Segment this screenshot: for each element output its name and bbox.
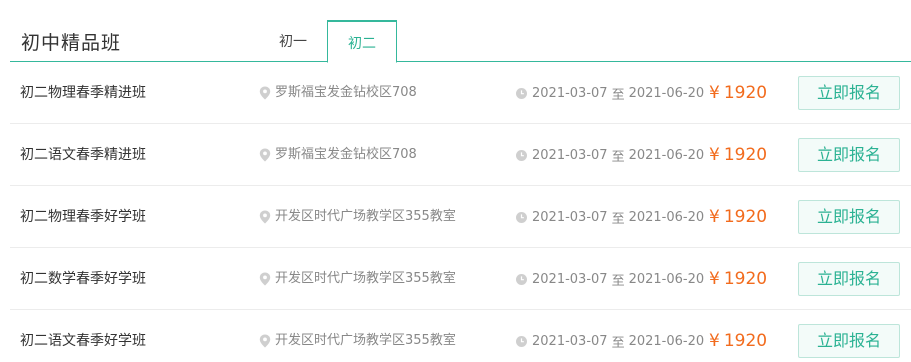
clock-icon xyxy=(516,87,527,99)
currency-symbol: ¥ xyxy=(709,331,720,351)
course-location: 开发区时代广场教学区355教室 xyxy=(259,248,456,310)
currency-symbol: ¥ xyxy=(709,207,720,227)
end-date: 2021-06-20 xyxy=(628,147,705,163)
page-title: 初中精品班 xyxy=(21,32,122,54)
start-date: 2021-03-07 xyxy=(532,333,608,349)
currency-symbol: ¥ xyxy=(709,83,720,103)
location-pin-icon xyxy=(259,210,271,224)
price-value: 1920 xyxy=(723,83,768,103)
course-price: ¥1920 xyxy=(709,62,767,124)
location-text: 开发区时代广场教学区355教室 xyxy=(275,209,456,224)
course-row: 初二语文春季好学班 开发区时代广场教学区355教室 2021-03-07 至 2… xyxy=(10,310,911,362)
date-separator: 至 xyxy=(611,87,625,103)
signup-button[interactable]: 立即报名 xyxy=(798,262,900,296)
date-separator: 至 xyxy=(611,149,625,165)
start-date: 2021-03-07 xyxy=(532,209,608,225)
course-list: 初二物理春季精进班 罗斯福宝发金钻校区708 2021-03-07 至 2021… xyxy=(10,62,911,362)
price-value: 1920 xyxy=(723,207,768,227)
currency-symbol: ¥ xyxy=(709,145,720,165)
start-date: 2021-03-07 xyxy=(532,271,608,287)
end-date: 2021-06-20 xyxy=(628,333,705,349)
clock-icon xyxy=(516,335,527,347)
date-separator: 至 xyxy=(611,273,625,289)
start-date: 2021-03-07 xyxy=(532,85,608,101)
location-text: 开发区时代广场教学区355教室 xyxy=(275,271,456,286)
date-separator: 至 xyxy=(611,211,625,227)
course-price: ¥1920 xyxy=(709,310,767,362)
start-date: 2021-03-07 xyxy=(532,147,608,163)
location-text: 开发区时代广场教学区355教室 xyxy=(275,333,456,348)
clock-icon xyxy=(516,273,527,285)
currency-symbol: ¥ xyxy=(709,269,720,289)
end-date: 2021-06-20 xyxy=(628,271,705,287)
course-location: 开发区时代广场教学区355教室 xyxy=(259,186,456,248)
price-value: 1920 xyxy=(723,269,768,289)
location-pin-icon xyxy=(259,148,271,162)
signup-button[interactable]: 立即报名 xyxy=(798,324,900,358)
clock-icon xyxy=(516,149,527,161)
course-panel: 初中精品班 初一 初二 初二物理春季精进班 罗斯福宝发金钻校区708 2021-… xyxy=(0,0,911,362)
course-name: 初二数学春季好学班 xyxy=(20,271,146,287)
tab-grade-7[interactable]: 初一 xyxy=(258,20,328,62)
location-pin-icon xyxy=(259,334,271,348)
course-name: 初二物理春季好学班 xyxy=(20,209,146,225)
course-row: 初二语文春季精进班 罗斯福宝发金钻校区708 2021-03-07 至 2021… xyxy=(10,124,911,186)
course-price: ¥1920 xyxy=(709,186,767,248)
course-location: 罗斯福宝发金钻校区708 xyxy=(259,62,417,124)
location-text: 罗斯福宝发金钻校区708 xyxy=(275,147,417,162)
course-row: 初二物理春季精进班 罗斯福宝发金钻校区708 2021-03-07 至 2021… xyxy=(10,62,911,124)
course-row: 初二数学春季好学班 开发区时代广场教学区355教室 2021-03-07 至 2… xyxy=(10,248,911,310)
course-dates: 2021-03-07 至 2021-06-20 xyxy=(516,310,704,362)
tab-grade-8[interactable]: 初二 xyxy=(327,20,397,63)
course-price: ¥1920 xyxy=(709,248,767,310)
course-row: 初二物理春季好学班 开发区时代广场教学区355教室 2021-03-07 至 2… xyxy=(10,186,911,248)
course-name: 初二语文春季精进班 xyxy=(20,147,146,163)
signup-button[interactable]: 立即报名 xyxy=(798,76,900,110)
location-text: 罗斯福宝发金钻校区708 xyxy=(275,85,417,100)
location-pin-icon xyxy=(259,86,271,100)
price-value: 1920 xyxy=(723,145,768,165)
panel-header: 初中精品班 初一 初二 xyxy=(0,0,911,63)
course-dates: 2021-03-07 至 2021-06-20 xyxy=(516,186,704,248)
course-location: 罗斯福宝发金钻校区708 xyxy=(259,124,417,186)
end-date: 2021-06-20 xyxy=(628,209,705,225)
signup-button[interactable]: 立即报名 xyxy=(798,138,900,172)
course-price: ¥1920 xyxy=(709,124,767,186)
course-name: 初二物理春季精进班 xyxy=(20,85,146,101)
price-value: 1920 xyxy=(723,331,768,351)
course-name: 初二语文春季好学班 xyxy=(20,333,146,349)
end-date: 2021-06-20 xyxy=(628,85,705,101)
location-pin-icon xyxy=(259,272,271,286)
signup-button[interactable]: 立即报名 xyxy=(798,200,900,234)
clock-icon xyxy=(516,211,527,223)
course-dates: 2021-03-07 至 2021-06-20 xyxy=(516,124,704,186)
date-separator: 至 xyxy=(611,335,625,351)
course-location: 开发区时代广场教学区355教室 xyxy=(259,310,456,362)
course-dates: 2021-03-07 至 2021-06-20 xyxy=(516,248,704,310)
course-dates: 2021-03-07 至 2021-06-20 xyxy=(516,62,704,124)
